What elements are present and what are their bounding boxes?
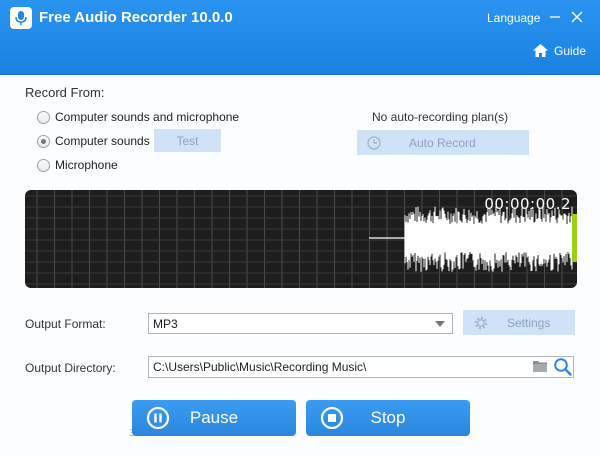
microphone-app-icon bbox=[10, 7, 32, 29]
home-icon bbox=[533, 44, 548, 57]
output-format-select[interactable]: MP3 bbox=[148, 313, 453, 334]
window-title: Free Audio Recorder 10.0.0 bbox=[39, 9, 233, 26]
radio-label: Computer sounds bbox=[55, 134, 150, 148]
radio-indicator-selected[interactable] bbox=[37, 134, 50, 148]
output-directory-field[interactable]: C:\Users\Public\Music\Recording Music\ bbox=[148, 356, 574, 378]
test-button[interactable]: Test bbox=[154, 129, 221, 152]
gear-icon bbox=[474, 316, 488, 329]
waveform-display: 00:00:00.2 bbox=[25, 190, 577, 288]
guide-button[interactable]: Guide bbox=[532, 43, 586, 58]
settings-label: Settings bbox=[507, 315, 551, 330]
radio-microphone[interactable]: Microphone bbox=[37, 158, 118, 172]
record-from-heading: Record From: bbox=[25, 85, 105, 100]
radio-label: Microphone bbox=[55, 158, 118, 172]
output-format-label: Output Format: bbox=[25, 317, 106, 331]
settings-button[interactable]: Settings bbox=[463, 310, 575, 335]
minimize-icon[interactable] bbox=[546, 8, 564, 26]
radio-computer-sounds-and-microphone[interactable]: Computer sounds and microphone bbox=[37, 110, 239, 124]
recording-timer: 00:00:00.2 bbox=[484, 195, 571, 213]
search-icon[interactable] bbox=[553, 357, 572, 376]
chevron-down-icon[interactable] bbox=[435, 321, 445, 327]
output-directory-value: C:\Users\Public\Music\Recording Music\ bbox=[153, 360, 367, 374]
language-menu[interactable]: Language bbox=[487, 11, 540, 25]
stop-label: Stop bbox=[370, 408, 406, 427]
clock-icon bbox=[367, 135, 381, 150]
close-icon[interactable] bbox=[568, 8, 586, 26]
stop-button[interactable]: Stop bbox=[306, 400, 470, 436]
main-content: Record From: Computer sounds and microph… bbox=[0, 76, 600, 457]
radio-computer-sounds[interactable]: Computer sounds bbox=[37, 134, 150, 148]
pause-label: Pause bbox=[189, 408, 239, 427]
watermark: 3d.com bbox=[129, 428, 167, 439]
radio-label: Computer sounds and microphone bbox=[55, 110, 240, 124]
folder-icon[interactable] bbox=[532, 359, 548, 373]
auto-recording-note: No auto-recording plan(s) bbox=[372, 110, 509, 124]
output-directory-label: Output Directory: bbox=[25, 361, 116, 375]
radio-indicator[interactable] bbox=[37, 110, 50, 124]
radio-indicator[interactable] bbox=[37, 158, 50, 172]
title-bar: Free Audio Recorder 10.0.0 Language Guid… bbox=[0, 0, 600, 75]
auto-record-label: Auto Record bbox=[409, 135, 476, 150]
auto-record-button[interactable]: Auto Record bbox=[357, 130, 529, 155]
guide-label: Guide bbox=[554, 43, 587, 58]
output-format-value: MP3 bbox=[153, 316, 178, 331]
